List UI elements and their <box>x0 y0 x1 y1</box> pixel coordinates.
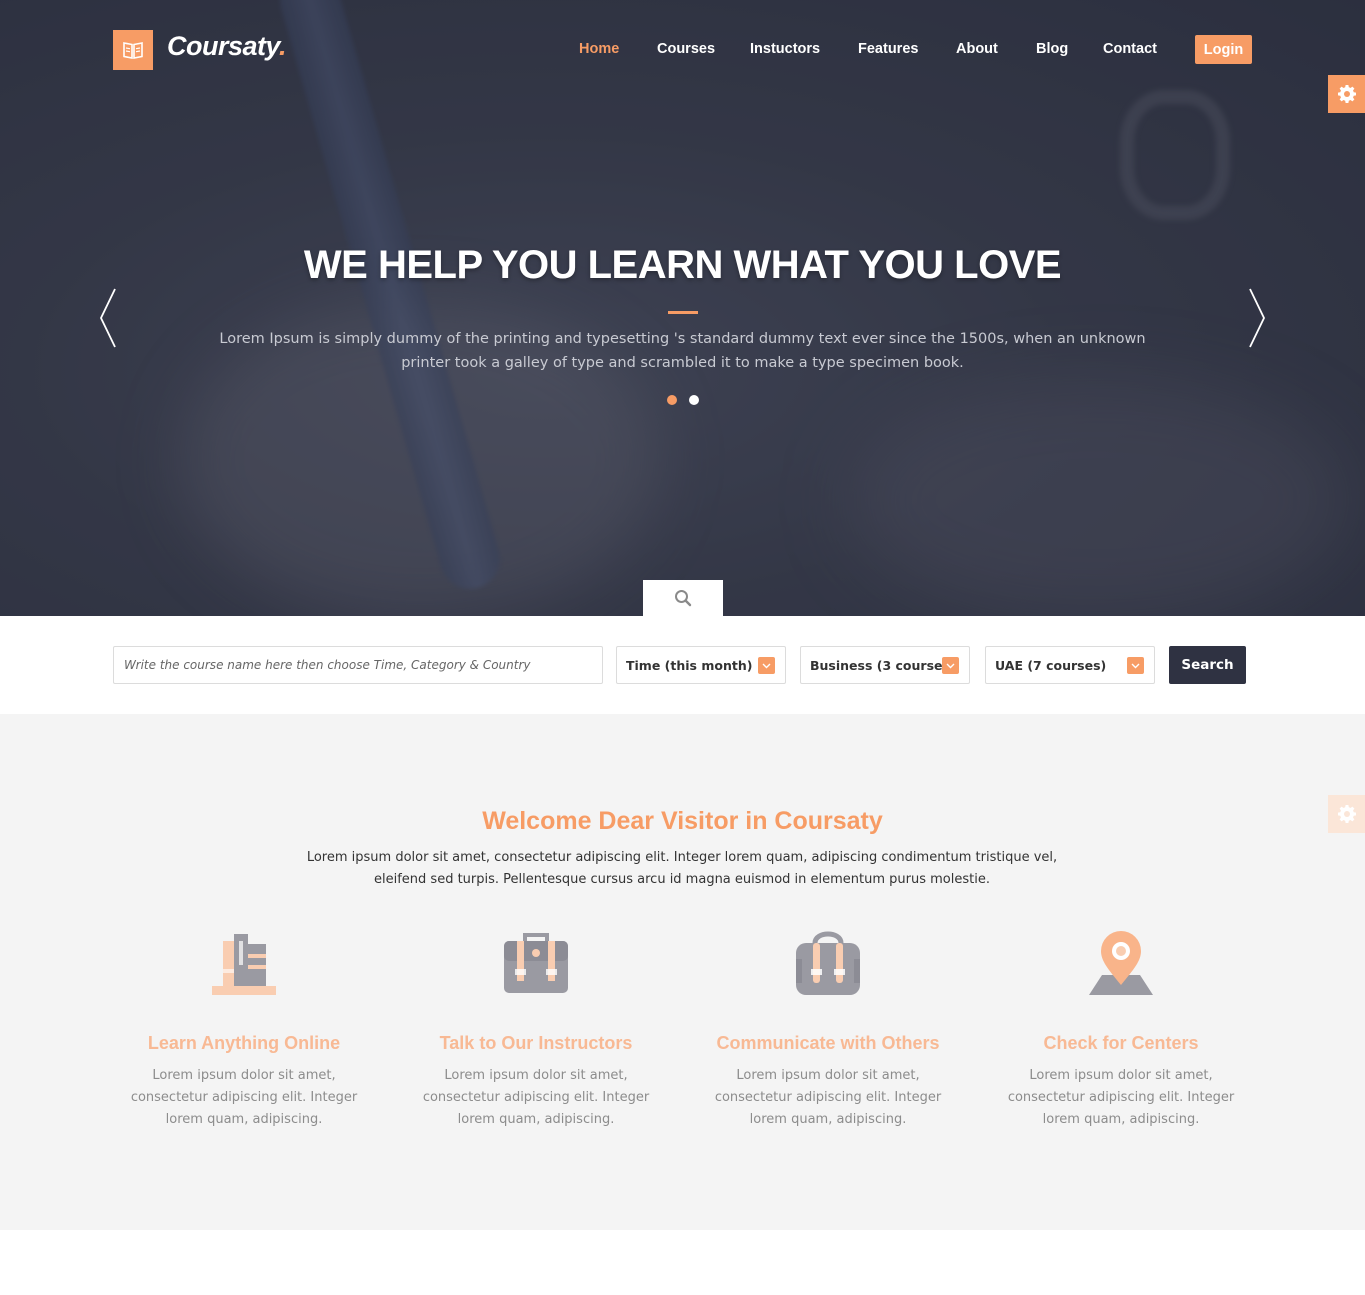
briefcase-icon <box>504 933 568 993</box>
backpack-icon <box>796 931 860 995</box>
category-select[interactable]: Business (3 courses) <box>800 646 970 684</box>
nav-features[interactable]: Features <box>858 41 918 57</box>
feature-text: Lorem ipsum dolor sit amet, consectetur … <box>1007 1068 1235 1127</box>
gear-icon <box>1337 805 1356 823</box>
chevron-down-icon <box>1127 657 1144 674</box>
feature-title: Talk to Our Instructors <box>439 1033 633 1053</box>
slider-dot-1[interactable] <box>667 395 677 405</box>
header: Coursaty. Home Courses Instuctors Featur… <box>0 0 1365 100</box>
nav-about[interactable]: About <box>956 41 998 57</box>
settings-toggle[interactable] <box>1328 75 1365 113</box>
main-nav: Home Courses Instuctors Features About B… <box>0 35 1365 64</box>
nav-courses[interactable]: Courses <box>657 41 715 57</box>
country-select-value: UAE (7 courses) <box>995 658 1107 673</box>
feature-title: Communicate with Others <box>716 1033 940 1053</box>
course-search-bar: Time (this month) Business (3 courses) U… <box>0 616 1365 714</box>
time-select[interactable]: Time (this month) <box>616 646 786 684</box>
slider-dot-2[interactable] <box>689 395 699 405</box>
nav-contact[interactable]: Contact <box>1103 41 1157 57</box>
hero-slider: Coursaty. Home Courses Instuctors Featur… <box>0 0 1365 616</box>
map-pin-icon <box>1089 931 1153 995</box>
course-search-input[interactable] <box>113 646 603 684</box>
chevron-left-icon[interactable] <box>98 288 118 348</box>
feature-title: Check for Centers <box>1043 1033 1199 1053</box>
category-select-value: Business (3 courses) <box>810 658 956 673</box>
feature-text: Lorem ipsum dolor sit amet, consectetur … <box>714 1068 942 1127</box>
search-icon <box>675 590 692 607</box>
welcome-section: Welcome Dear Visitor in Coursaty Lorem i… <box>0 714 1365 1230</box>
search-button[interactable]: Search <box>1169 646 1246 684</box>
search-toggle-tab[interactable] <box>643 580 723 616</box>
books-icon <box>212 934 276 995</box>
hero-title: WE HELP YOU LEARN WHAT YOU LOVE <box>303 243 1062 287</box>
chevron-right-icon[interactable] <box>1247 288 1267 348</box>
country-select[interactable]: UAE (7 courses) <box>985 646 1155 684</box>
gear-icon <box>1337 85 1356 103</box>
settings-toggle-faded[interactable] <box>1328 795 1365 833</box>
nav-blog[interactable]: Blog <box>1036 41 1068 57</box>
login-button[interactable]: Login <box>1195 35 1252 64</box>
chevron-down-icon <box>758 657 775 674</box>
welcome-title: Welcome Dear Visitor in Coursaty <box>482 807 883 835</box>
hero-subtitle: Lorem Ipsum is simply dummy of the print… <box>219 331 1146 371</box>
feature-text: Lorem ipsum dolor sit amet, consectetur … <box>130 1068 358 1127</box>
feature-text: Lorem ipsum dolor sit amet, consectetur … <box>422 1068 650 1127</box>
nav-home[interactable]: Home <box>579 41 619 57</box>
time-select-value: Time (this month) <box>626 658 753 673</box>
chevron-down-icon <box>942 657 959 674</box>
welcome-text: Lorem ipsum dolor sit amet, consectetur … <box>306 850 1058 887</box>
nav-instructors[interactable]: Instuctors <box>750 41 820 57</box>
feature-title: Learn Anything Online <box>147 1033 341 1053</box>
hero-divider <box>668 311 698 314</box>
